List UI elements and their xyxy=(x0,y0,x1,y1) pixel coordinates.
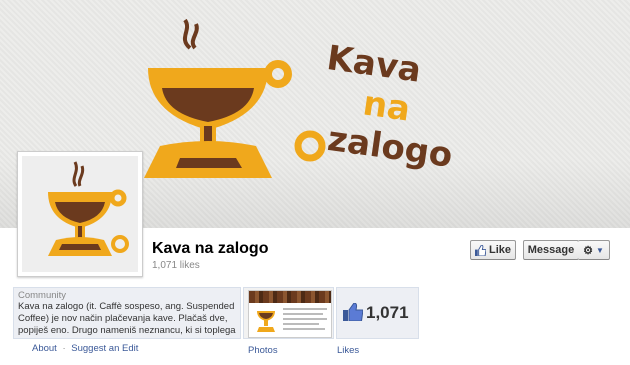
about-box: Community Kava na zalogo (it. Caffè sosp… xyxy=(13,287,241,339)
about-link[interactable]: About xyxy=(32,343,57,354)
likes-count-text: 1,071 likes xyxy=(152,260,200,271)
message-button[interactable]: Message xyxy=(523,240,579,260)
profile-logo-icon xyxy=(48,161,129,256)
page-title[interactable]: Kava na zalogo xyxy=(152,240,268,258)
photos-tile[interactable] xyxy=(243,287,334,339)
cover-logo-text: Kava na zalogo xyxy=(313,38,466,176)
photos-link[interactable]: Photos xyxy=(248,345,278,356)
thumbnail-logo-icon xyxy=(257,311,275,332)
category-label: Community xyxy=(18,290,67,301)
coffee-beans-image xyxy=(249,291,331,303)
profile-picture[interactable] xyxy=(17,151,143,277)
like-button[interactable]: Like xyxy=(470,240,516,260)
chevron-down-icon: ▼ xyxy=(595,245,604,255)
thumbs-up-icon xyxy=(474,244,486,256)
like-button-label: Like xyxy=(488,244,511,256)
likes-link[interactable]: Likes xyxy=(337,345,359,356)
profile-picture-image xyxy=(22,156,138,272)
photo-thumbnail xyxy=(248,290,332,338)
likes-tile-count: 1,071 xyxy=(366,303,409,322)
gear-icon: ⚙ xyxy=(583,244,593,257)
message-button-label: Message xyxy=(527,244,575,256)
suggest-edit-link[interactable]: Suggest an Edit xyxy=(71,343,138,354)
cover-logo-icon xyxy=(144,18,326,178)
thumbnail-text-lines xyxy=(283,308,327,330)
thumbs-up-icon xyxy=(343,303,363,321)
link-separator: · xyxy=(62,343,66,354)
settings-dropdown-button[interactable]: ⚙ ▼ xyxy=(578,240,610,260)
about-links: About · Suggest an Edit xyxy=(32,343,138,354)
about-description: Kava na zalogo (it. Caffè sospeso, ang. … xyxy=(18,301,236,336)
